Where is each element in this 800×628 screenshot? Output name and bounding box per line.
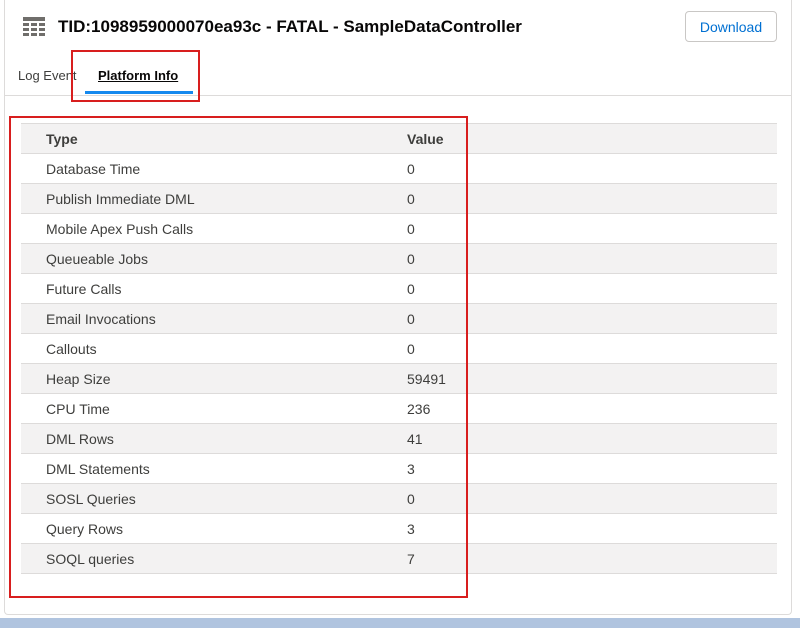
row-type: Future Calls (21, 273, 383, 304)
row-value: 0 (383, 483, 777, 514)
row-value: 0 (383, 213, 777, 244)
row-value: 0 (383, 273, 777, 304)
row-type: CPU Time (21, 393, 383, 424)
log-detail-card: TID:1098959000070ea93c - FATAL - SampleD… (4, 0, 792, 615)
column-header-value: Value (383, 123, 777, 154)
table-row: Query Rows 3 (21, 513, 777, 544)
row-value: 0 (383, 303, 777, 334)
table-list-icon (22, 16, 46, 38)
row-type: Callouts (21, 333, 383, 364)
table-row: SOSL Queries 0 (21, 483, 777, 514)
tab-bar: Log Event Platform Info (5, 58, 791, 96)
table-row: Callouts 0 (21, 333, 777, 364)
table-row: Publish Immediate DML 0 (21, 183, 777, 214)
table-row: Email Invocations 0 (21, 303, 777, 334)
page: TID:1098959000070ea93c - FATAL - SampleD… (0, 0, 800, 628)
table-row: Database Time 0 (21, 153, 777, 184)
row-type: DML Rows (21, 423, 383, 454)
row-value: 0 (383, 153, 777, 184)
row-type: DML Statements (21, 453, 383, 484)
platform-info-table: Type Value Database Time 0 Publish Immed… (21, 123, 777, 574)
row-type: Publish Immediate DML (21, 183, 383, 214)
row-type: Mobile Apex Push Calls (21, 213, 383, 244)
active-tab-indicator (85, 91, 193, 94)
download-button[interactable]: Download (685, 11, 777, 42)
page-title: TID:1098959000070ea93c - FATAL - SampleD… (58, 17, 522, 36)
row-type: Query Rows (21, 513, 383, 544)
row-value: 3 (383, 513, 777, 544)
row-value: 59491 (383, 363, 777, 394)
table-row: CPU Time 236 (21, 393, 777, 424)
tab-platform-info[interactable]: Platform Info (98, 68, 178, 83)
tab-log-event[interactable]: Log Event (18, 68, 77, 83)
row-type: Database Time (21, 153, 383, 184)
row-type: SOQL queries (21, 543, 383, 574)
row-type: Queueable Jobs (21, 243, 383, 274)
table-row: SOQL queries 7 (21, 543, 777, 574)
row-value: 3 (383, 453, 777, 484)
table-row: Heap Size 59491 (21, 363, 777, 394)
row-type: Email Invocations (21, 303, 383, 334)
table-row: DML Statements 3 (21, 453, 777, 484)
table-row: Queueable Jobs 0 (21, 243, 777, 274)
background-strip (0, 618, 800, 628)
row-type: SOSL Queries (21, 483, 383, 514)
row-value: 0 (383, 243, 777, 274)
row-type: Heap Size (21, 363, 383, 394)
row-value: 0 (383, 183, 777, 214)
column-header-type: Type (21, 123, 383, 154)
row-value: 41 (383, 423, 777, 454)
row-value: 236 (383, 393, 777, 424)
table-row: Future Calls 0 (21, 273, 777, 304)
card-header: TID:1098959000070ea93c - FATAL - SampleD… (5, 0, 791, 56)
row-value: 7 (383, 543, 777, 574)
table-header-row: Type Value (21, 123, 777, 154)
table-row: DML Rows 41 (21, 423, 777, 454)
row-value: 0 (383, 333, 777, 364)
table-row: Mobile Apex Push Calls 0 (21, 213, 777, 244)
